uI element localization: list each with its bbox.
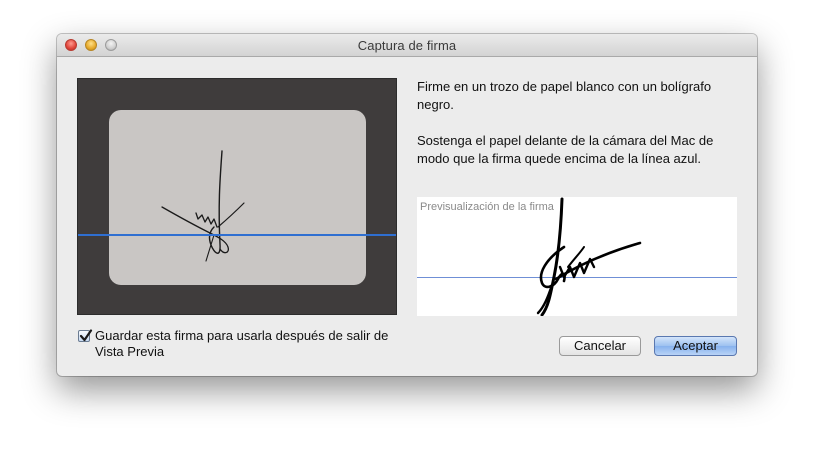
instruction-camera: Sostenga el papel delante de la cámara d… [417, 133, 714, 166]
save-signature-label[interactable]: Guardar esta firma para usarla después d… [95, 328, 400, 360]
camera-guide-line [78, 234, 396, 236]
signature-preview: Previsualización de la firma [417, 197, 737, 316]
window-title: Captura de firma [357, 38, 457, 53]
cancel-button[interactable]: Cancelar [559, 336, 641, 356]
camera-view [77, 78, 397, 315]
instructions: Firme en un trozo de papel blanco con un… [417, 78, 747, 186]
instruction-paper: Firme en un trozo de papel blanco con un… [417, 79, 712, 112]
title-bar[interactable]: Captura de firma [57, 34, 757, 57]
save-signature-checkbox[interactable] [78, 329, 93, 342]
accept-button[interactable]: Aceptar [654, 336, 737, 356]
signature-capture-window: Captura de firma Firme en un trozo de pa… [57, 34, 757, 376]
camera-signature-image [161, 150, 245, 262]
checkmark-icon [79, 329, 93, 342]
preview-signature-image [536, 197, 642, 316]
